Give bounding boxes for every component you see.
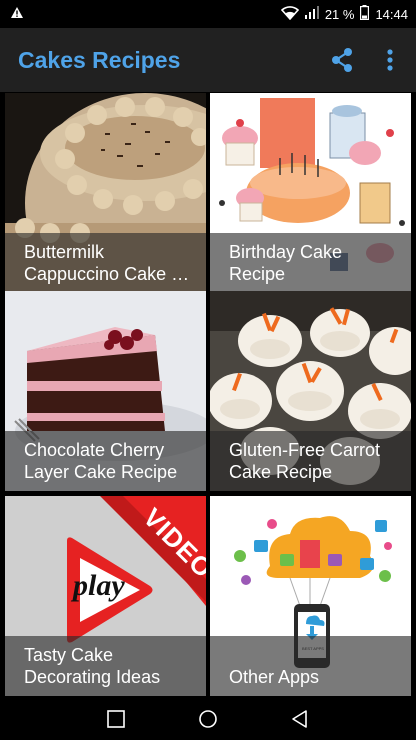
tile-other-apps[interactable]: BEST APPS Other Apps (210, 496, 411, 696)
wifi-icon (280, 5, 299, 23)
tile-label: Chocolate Cherry Layer Cake Recipe (24, 440, 178, 482)
more-options-icon[interactable] (380, 46, 400, 74)
tile-chocolate-cherry-layer-cake[interactable]: Chocolate Cherry Layer Cake Recipe (5, 291, 206, 491)
play-label: play (73, 569, 125, 602)
back-icon[interactable] (289, 708, 311, 730)
tile-label: Birthday Cake Recipe (229, 242, 343, 284)
tile-birthday-cake[interactable]: Birthday Cake Recipe (210, 93, 411, 293)
status-bar: 21 % 14:44 (0, 0, 416, 28)
tile-caption: Tasty Cake Decorating Ideas (5, 636, 206, 696)
app-title: Cakes Recipes (18, 47, 181, 73)
tile-caption: Other Apps (210, 636, 411, 696)
tile-caption: Buttermilk Cappuccino Cake … (5, 233, 206, 293)
app-bar: Cakes Recipes (0, 28, 416, 92)
tile-label: Gluten-Free Carrot Cake Recipe (229, 440, 381, 482)
system-nav-bar (0, 698, 416, 740)
home-icon[interactable] (197, 708, 219, 730)
tile-caption: Gluten-Free Carrot Cake Recipe (210, 431, 411, 491)
share-icon[interactable] (328, 46, 356, 74)
recipe-grid: Buttermilk Cappuccino Cake … Birthday Ca… (0, 92, 416, 698)
tile-label: Other Apps (229, 667, 320, 687)
tile-gluten-free-carrot-cake[interactable]: Gluten-Free Carrot Cake Recipe (210, 291, 411, 491)
tile-label: Buttermilk Cappuccino Cake … (24, 242, 190, 284)
tile-caption: Birthday Cake Recipe (210, 233, 411, 293)
warning-icon (10, 6, 24, 22)
recents-icon[interactable] (105, 708, 127, 730)
tile-buttermilk-cappuccino-cake[interactable]: Buttermilk Cappuccino Cake … (5, 93, 206, 293)
tile-label: Tasty Cake Decorating Ideas (24, 645, 161, 687)
battery-icon (360, 5, 370, 23)
tile-caption: Chocolate Cherry Layer Cake Recipe (5, 431, 206, 491)
battery-percent: 21 % (324, 6, 355, 22)
tile-tasty-cake-decorating-ideas[interactable]: VIDEO play Tasty Cake Decorating Ideas (5, 496, 206, 696)
clock: 14:44 (375, 6, 408, 22)
signal-icon (304, 6, 319, 22)
